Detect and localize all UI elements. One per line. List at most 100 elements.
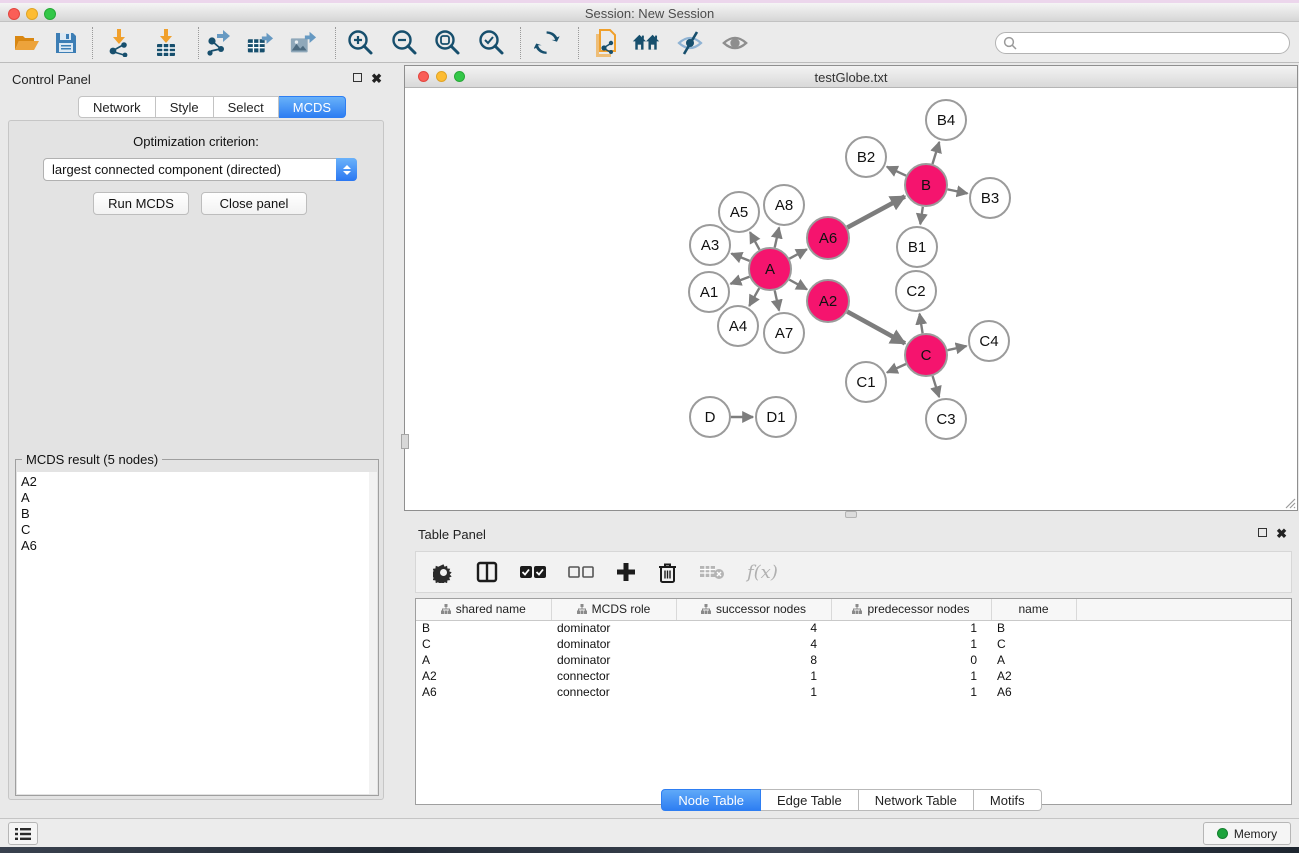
table-cell[interactable]: 1: [831, 684, 991, 700]
graph-edge-C-C3[interactable]: [933, 376, 940, 397]
node-table[interactable]: shared name MCDS role successor nodes pr…: [415, 598, 1292, 805]
graph-edge-A-A6[interactable]: [789, 249, 806, 258]
table-cell[interactable]: 1: [831, 636, 991, 652]
tab-motifs[interactable]: Motifs: [974, 789, 1042, 811]
table-row[interactable]: A2connector11A2: [416, 668, 1291, 684]
graph-edge-A-A8[interactable]: [775, 227, 779, 247]
table-cell[interactable]: 8: [676, 652, 831, 668]
search-input[interactable]: [995, 32, 1290, 54]
delete-row-icon[interactable]: [658, 562, 677, 583]
table-cell[interactable]: A: [416, 652, 551, 668]
resize-grip-icon[interactable]: [1282, 495, 1296, 509]
table-cell[interactable]: B: [416, 620, 551, 636]
column-header-predecessor-nodes[interactable]: predecessor nodes: [831, 599, 991, 620]
graph-edge-A-A3[interactable]: [731, 254, 749, 261]
graph-edge-C-C4[interactable]: [947, 346, 966, 350]
export-network-icon[interactable]: [204, 29, 232, 57]
table-row[interactable]: Adominator80A: [416, 652, 1291, 668]
mcds-result-item[interactable]: A: [21, 490, 370, 506]
criterion-dropdown[interactable]: largest connected component (directed): [43, 158, 357, 181]
tab-network[interactable]: Network: [78, 96, 156, 118]
network-graph[interactable]: AA1A2A3A4A5A6A7A8BB1B2B3B4CC1C2C3C4DD1: [405, 88, 1297, 510]
function-builder-icon[interactable]: f(x): [747, 562, 778, 583]
open-file-icon[interactable]: [12, 29, 40, 57]
deselect-all-icon[interactable]: [568, 565, 594, 579]
import-table-icon[interactable]: [152, 29, 180, 57]
zoom-fit-icon[interactable]: [433, 29, 461, 57]
close-panel-icon[interactable]: ✖: [371, 71, 382, 87]
run-mcds-button[interactable]: Run MCDS: [93, 192, 189, 215]
columns-icon[interactable]: [476, 561, 498, 583]
close-table-panel-icon[interactable]: ✖: [1276, 526, 1287, 542]
table-cell[interactable]: 1: [676, 668, 831, 684]
add-row-icon[interactable]: [616, 562, 636, 582]
column-header-shared-name[interactable]: shared name: [416, 599, 551, 620]
column-header-name[interactable]: name: [991, 599, 1076, 620]
graph-edge-A2-C[interactable]: [847, 312, 905, 344]
table-cell[interactable]: dominator: [551, 636, 676, 652]
tab-edge-table[interactable]: Edge Table: [761, 789, 859, 811]
graph-edge-A-A5[interactable]: [750, 232, 760, 249]
tab-style[interactable]: Style: [156, 96, 214, 118]
table-row[interactable]: Bdominator41B: [416, 620, 1291, 636]
export-image-icon[interactable]: [289, 29, 317, 57]
tab-select[interactable]: Select: [214, 96, 279, 118]
table-cell[interactable]: B: [991, 620, 1076, 636]
table-cell[interactable]: 1: [676, 684, 831, 700]
home-icon[interactable]: [632, 29, 660, 57]
table-row[interactable]: A6connector11A6: [416, 684, 1291, 700]
network-canvas[interactable]: AA1A2A3A4A5A6A7A8BB1B2B3B4CC1C2C3C4DD1: [405, 88, 1297, 510]
table-cell[interactable]: 1: [831, 668, 991, 684]
table-cell[interactable]: 0: [831, 652, 991, 668]
panel-splitter-handle[interactable]: [401, 434, 409, 449]
zoom-in-icon[interactable]: [346, 29, 374, 57]
show-details-icon[interactable]: [721, 29, 749, 57]
refresh-icon[interactable]: [533, 29, 561, 57]
tab-network-table[interactable]: Network Table: [859, 789, 974, 811]
close-panel-button[interactable]: Close panel: [201, 192, 307, 215]
task-history-button[interactable]: [8, 822, 38, 845]
table-cell[interactable]: A6: [416, 684, 551, 700]
table-cell[interactable]: connector: [551, 684, 676, 700]
table-cell[interactable]: 4: [676, 636, 831, 652]
table-cell[interactable]: A6: [991, 684, 1076, 700]
mcds-result-item[interactable]: C: [21, 522, 370, 538]
mcds-list-scrollbar[interactable]: [369, 472, 377, 794]
table-cell[interactable]: C: [416, 636, 551, 652]
network-window-titlebar[interactable]: testGlobe.txt: [405, 66, 1297, 88]
mcds-result-item[interactable]: A2: [21, 474, 370, 490]
column-header-mcds-role[interactable]: MCDS role: [551, 599, 676, 620]
table-cell[interactable]: connector: [551, 668, 676, 684]
graph-edge-A6-B[interactable]: [847, 196, 905, 227]
float-table-panel-icon[interactable]: [1258, 528, 1267, 537]
save-session-icon[interactable]: [52, 29, 80, 57]
network-from-file-icon[interactable]: [591, 29, 619, 57]
mcds-result-list[interactable]: A2ABCA6: [17, 472, 371, 794]
mcds-result-item[interactable]: A6: [21, 538, 370, 554]
table-cell[interactable]: dominator: [551, 652, 676, 668]
table-cell[interactable]: C: [991, 636, 1076, 652]
zoom-selected-icon[interactable]: [477, 29, 505, 57]
float-panel-icon[interactable]: [353, 73, 362, 82]
graph-edge-B-B3[interactable]: [948, 189, 968, 193]
graph-edge-A-A7[interactable]: [775, 290, 779, 310]
mcds-result-item[interactable]: B: [21, 506, 370, 522]
memory-button[interactable]: Memory: [1203, 822, 1291, 845]
horizontal-splitter-handle[interactable]: [845, 511, 857, 518]
table-cell[interactable]: A2: [416, 668, 551, 684]
graph-edge-C-C2[interactable]: [920, 314, 923, 334]
zoom-out-icon[interactable]: [390, 29, 418, 57]
select-all-icon[interactable]: [520, 565, 546, 579]
graph-edge-A-A1[interactable]: [731, 277, 750, 284]
graph-edge-B-B2[interactable]: [887, 167, 906, 176]
graph-edge-B-B4[interactable]: [932, 142, 939, 164]
settings-gear-icon[interactable]: [433, 562, 454, 583]
table-row[interactable]: Cdominator41C: [416, 636, 1291, 652]
graph-edge-C-C1[interactable]: [887, 364, 906, 373]
table-cell[interactable]: 4: [676, 620, 831, 636]
tab-mcds[interactable]: MCDS: [279, 96, 346, 118]
graph-edge-A-A4[interactable]: [749, 288, 759, 306]
export-table-icon[interactable]: [246, 29, 274, 57]
table-cell[interactable]: A2: [991, 668, 1076, 684]
table-cell[interactable]: A: [991, 652, 1076, 668]
